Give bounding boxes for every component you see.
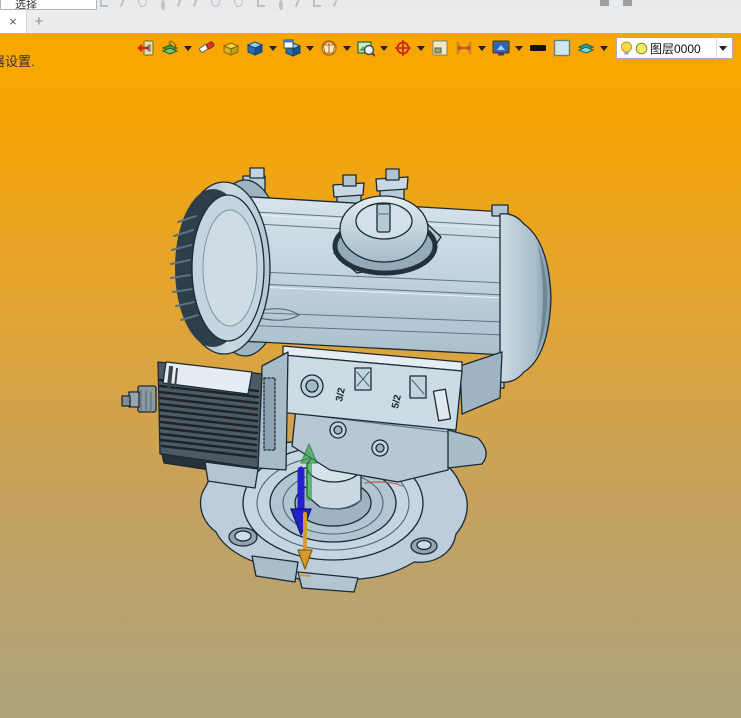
help-icon[interactable] — [257, 0, 265, 7]
quick-tool-b-icon[interactable] — [623, 0, 632, 6]
layer-combo-caret[interactable] — [716, 38, 730, 58]
zoom-image-dropdown-icon[interactable] — [380, 45, 388, 51]
pan-icon[interactable] — [100, 0, 108, 7]
render-scene-icon[interactable] — [492, 39, 510, 57]
status-overlay-text: 器设置. — [0, 54, 35, 69]
color-swatch-icon[interactable] — [553, 39, 571, 57]
document-tab-close[interactable]: × — [0, 10, 27, 33]
tab-bar: × + — [0, 10, 741, 33]
bars-icon[interactable] — [313, 0, 321, 7]
wireframe-sphere-icon[interactable] — [320, 39, 338, 57]
rotate-icon[interactable] — [119, 0, 127, 7]
plus-icon: + — [34, 13, 44, 30]
eraser-icon[interactable] — [198, 39, 216, 57]
shaded-cube-icon[interactable] — [246, 39, 264, 57]
layer-settings-icon[interactable] — [161, 39, 179, 57]
app-window: 选择 × + 器设置. — [0, 0, 741, 718]
layer-combo[interactable]: 图层0000 — [616, 37, 733, 59]
window-select-icon[interactable] — [431, 39, 449, 57]
exit-icon[interactable] — [137, 39, 155, 57]
line-width-icon[interactable] — [529, 39, 547, 57]
viewport[interactable]: 器设置. — [0, 33, 741, 718]
layer-visibility-dropdown-icon[interactable] — [600, 45, 608, 51]
layer-visibility-icon[interactable] — [577, 39, 595, 57]
bulb-icon — [621, 41, 632, 54]
layer-color-icon — [635, 42, 648, 54]
undo-icon[interactable] — [138, 0, 147, 7]
measure-dropdown-icon[interactable] — [478, 45, 486, 51]
display-window-icon[interactable] — [283, 39, 301, 57]
shaded-cube-dropdown-icon[interactable] — [269, 45, 277, 51]
quick-tool-a-icon[interactable] — [600, 0, 609, 6]
new-tab-button[interactable]: + — [29, 10, 49, 33]
render-scene-dropdown-icon[interactable] — [515, 45, 523, 51]
display-window-dropdown-icon[interactable] — [306, 45, 314, 51]
selection-mode-combo[interactable]: 选择 — [0, 0, 97, 10]
isometric-box-icon[interactable] — [222, 39, 240, 57]
zoom-image-icon[interactable] — [357, 39, 375, 57]
close-icon: × — [9, 14, 17, 29]
dot-icon[interactable] — [161, 0, 165, 10]
measure-icon[interactable] — [455, 39, 473, 57]
circle-icon[interactable] — [234, 0, 243, 7]
view-toolbar — [137, 36, 608, 60]
quick-toolbar-icons — [100, 0, 340, 10]
redo-icon[interactable] — [211, 0, 220, 7]
wireframe-sphere-dropdown-icon[interactable] — [343, 45, 351, 51]
orientation-target-icon[interactable] — [394, 39, 412, 57]
line4-icon[interactable] — [332, 0, 340, 7]
selection-mode-value: 选择 — [15, 0, 37, 10]
line3-icon[interactable] — [294, 0, 302, 7]
layer-settings-dropdown-icon[interactable] — [184, 45, 192, 51]
dot2-icon[interactable] — [279, 0, 283, 10]
quick-access-bar: 选择 — [0, 0, 741, 10]
orientation-target-dropdown-icon[interactable] — [417, 45, 425, 51]
line-icon[interactable] — [176, 0, 184, 7]
line2-icon[interactable] — [192, 0, 200, 7]
layer-combo-value: 图层0000 — [650, 41, 701, 56]
